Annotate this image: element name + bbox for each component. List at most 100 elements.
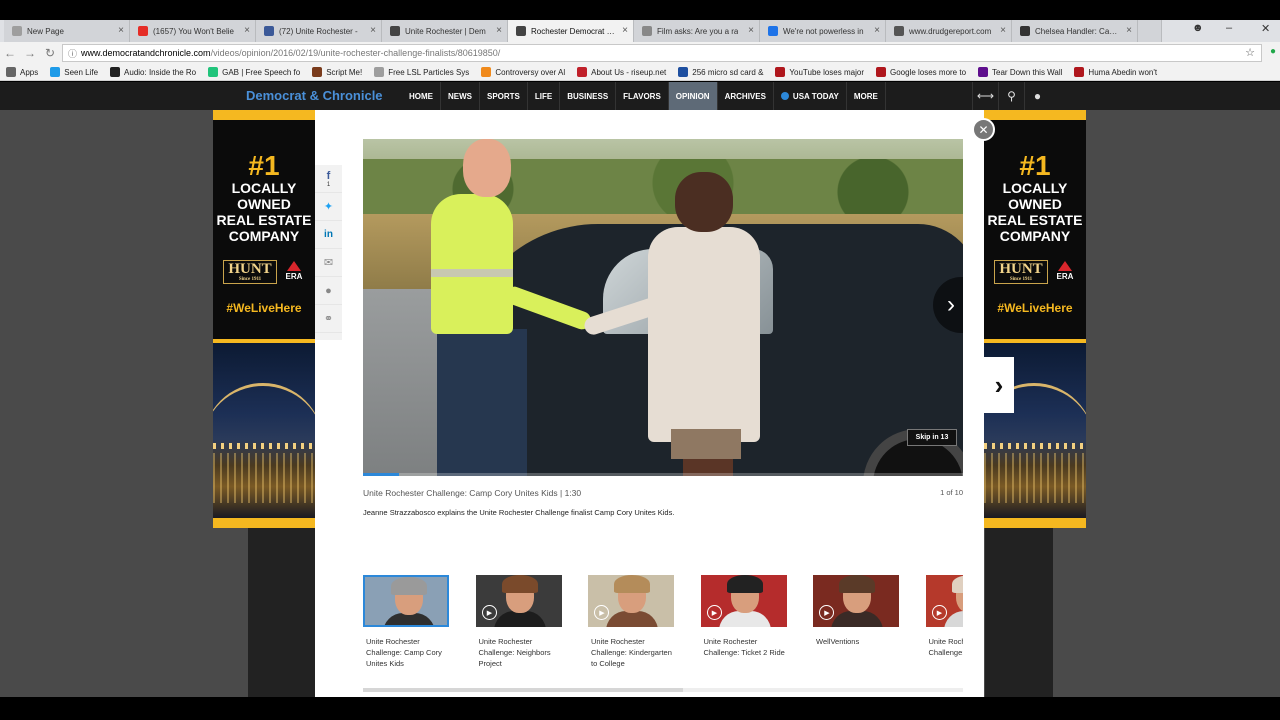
bookmark-item[interactable]: Free LSL Particles Sys: [374, 67, 469, 77]
play-icon[interactable]: ▶: [594, 605, 609, 620]
reload-button[interactable]: ↻: [40, 46, 60, 60]
video-player[interactable]: › Skip in 13: [363, 139, 963, 476]
ad-left[interactable]: #1 LOCALLY OWNED REAL ESTATE COMPANY HUN…: [213, 110, 315, 528]
ad-right[interactable]: #1 LOCALLY OWNED REAL ESTATE COMPANY HUN…: [984, 110, 1086, 528]
info-icon[interactable]: ⓘ: [68, 47, 77, 60]
bookmark-item[interactable]: 256 micro sd card &: [678, 67, 763, 77]
video-progress-bar[interactable]: [363, 473, 963, 476]
site-brand-logo[interactable]: Democrat & Chronicle: [246, 88, 383, 103]
page-column-right: [985, 528, 1053, 697]
forward-button[interactable]: →: [20, 46, 40, 60]
nav-item-business[interactable]: BUSINESS: [560, 82, 617, 110]
url-input[interactable]: ⓘ www.democratandchronicle.com/videos/op…: [62, 44, 1262, 62]
nav-item-usa-today[interactable]: USA TODAY: [774, 82, 847, 110]
playlist-thumbnail[interactable]: ▶: [475, 575, 562, 627]
play-icon[interactable]: ▶: [706, 605, 722, 620]
facebook-share-button[interactable]: f 1: [315, 165, 342, 193]
share-icon[interactable]: ⟷: [972, 82, 998, 110]
tab-close-icon[interactable]: ×: [748, 25, 754, 36]
era-house-icon: [1058, 261, 1072, 271]
profile-icon[interactable]: ☻: [1192, 22, 1204, 34]
playlist-item-caption[interactable]: Unite Rochester Challenge: Healthy Fit: [926, 636, 964, 658]
browser-tab[interactable]: (72) Unite Rochester - ×: [256, 20, 382, 42]
window-close-button[interactable]: ✕: [1261, 22, 1270, 35]
playlist-item[interactable]: ▶ WellVentions: [813, 575, 899, 647]
playlist-thumbnail[interactable]: ▶: [588, 575, 674, 627]
browser-tab[interactable]: New Page ×: [4, 20, 130, 42]
bookmark-star-icon[interactable]: ☆: [1245, 46, 1255, 59]
nav-item-life[interactable]: LIFE: [528, 82, 561, 110]
tab-close-icon[interactable]: ×: [370, 25, 376, 36]
nav-item-news[interactable]: NEWS: [441, 82, 480, 110]
tab-label: Film asks: Are you a ra: [657, 26, 739, 36]
playlist-scrollbar[interactable]: [363, 688, 963, 692]
skip-ad-button[interactable]: Skip in 13: [907, 429, 957, 446]
nav-item-flavors[interactable]: FLAVORS: [616, 82, 669, 110]
tab-close-icon[interactable]: ×: [1126, 25, 1132, 36]
extension-icon[interactable]: ●: [1270, 46, 1276, 57]
playlist-thumbnail[interactable]: [363, 575, 449, 627]
tab-close-icon[interactable]: ×: [874, 25, 880, 36]
bookmark-item[interactable]: Huma Abedin won't: [1074, 67, 1157, 77]
browser-tab[interactable]: Rochester Democrat an ×: [508, 20, 634, 42]
bookmark-item[interactable]: YouTube loses major: [775, 67, 864, 77]
playlist-scroll-thumb[interactable]: [363, 688, 683, 692]
nav-item-opinion[interactable]: OPINION: [668, 82, 718, 110]
user-icon[interactable]: ●: [1024, 82, 1050, 110]
bookmark-item[interactable]: GAB | Free Speech fo: [208, 67, 300, 77]
playlist-item-caption[interactable]: WellVentions: [813, 636, 899, 647]
playlist-item-caption[interactable]: Unite Rochester Challenge: Neighbors Pro…: [476, 636, 562, 669]
browser-tab[interactable]: (1657) You Won't Belie ×: [130, 20, 256, 42]
playlist-item-caption[interactable]: Unite Rochester Challenge: Kindergarten …: [588, 636, 674, 669]
gallery-next-button[interactable]: ›: [984, 357, 1014, 413]
play-icon[interactable]: ▶: [481, 605, 497, 620]
browser-tab[interactable]: Film asks: Are you a ra ×: [634, 20, 760, 42]
email-share-button[interactable]: ✉: [315, 249, 342, 277]
browser-tab[interactable]: www.drudgereport.com ×: [886, 20, 1012, 42]
tab-close-icon[interactable]: ×: [244, 25, 250, 36]
bookmark-item[interactable]: Audio: Inside the Ro: [110, 67, 196, 77]
playlist-item[interactable]: ▶ Unite Rochester Challenge: Kindergarten…: [588, 575, 674, 669]
tab-close-icon[interactable]: ×: [1000, 25, 1006, 36]
bookmark-item[interactable]: Script Me!: [312, 67, 362, 77]
new-tab-button[interactable]: [1138, 20, 1162, 42]
playlist-item[interactable]: Unite Rochester Challenge: Camp Cory Uni…: [363, 575, 449, 669]
browser-tab[interactable]: We're not powerless in ×: [760, 20, 886, 42]
playlist-item-caption[interactable]: Unite Rochester Challenge: Ticket 2 Ride: [701, 636, 787, 658]
tab-close-icon[interactable]: ×: [496, 25, 502, 36]
play-icon[interactable]: ▶: [931, 605, 947, 620]
playlist-thumbnail[interactable]: ▶: [925, 575, 963, 627]
comment-button[interactable]: ●: [315, 277, 342, 305]
browser-tab[interactable]: Chelsea Handler: Can W ×: [1012, 20, 1138, 42]
linkedin-share-button[interactable]: in: [315, 221, 342, 249]
nav-item-sports[interactable]: SPORTS: [480, 82, 528, 110]
search-icon[interactable]: ⚲: [998, 82, 1024, 110]
playlist-item[interactable]: ▶ Unite Rochester Challenge: Neighbors Pr…: [475, 575, 562, 669]
browser-tab[interactable]: Unite Rochester | Dem ×: [382, 20, 508, 42]
bookmark-item[interactable]: About Us - riseup.net: [577, 67, 666, 77]
bookmark-item[interactable]: Seen Life: [50, 67, 98, 77]
bookmark-item[interactable]: Tear Down this Wall: [978, 67, 1062, 77]
playlist-thumbnail[interactable]: ▶: [700, 575, 787, 627]
bookmark-label: Controversy over Al: [495, 67, 566, 77]
tab-close-icon[interactable]: ×: [622, 25, 628, 36]
playlist-thumbnail[interactable]: ▶: [813, 575, 899, 627]
nav-item-archives[interactable]: ARCHIVES: [718, 82, 774, 110]
bookmark-item[interactable]: Controversy over Al: [481, 67, 565, 77]
bookmark-item[interactable]: Google loses more to: [875, 67, 966, 77]
modal-close-button[interactable]: ✕: [972, 118, 995, 141]
playlist-item[interactable]: ▶ Unite Rochester Challenge: Healthy Fit: [925, 575, 964, 658]
minimize-button[interactable]: –: [1226, 22, 1232, 34]
play-icon[interactable]: ▶: [819, 605, 834, 620]
nav-item-home[interactable]: HOME: [402, 82, 441, 110]
twitter-share-button[interactable]: ✦: [315, 193, 342, 221]
bookmark-item[interactable]: Apps: [6, 67, 38, 77]
tab-close-icon[interactable]: ×: [118, 25, 124, 36]
link-button[interactable]: ⚭: [315, 305, 342, 333]
back-button[interactable]: ←: [0, 46, 20, 60]
video-modal: f 1 ✦ in ✉ ● ⚭ › Skip in 13 Unite Roches…: [315, 110, 984, 697]
playlist-item[interactable]: ▶ Unite Rochester Challenge: Ticket 2 Rid…: [700, 575, 787, 658]
playlist-item-caption[interactable]: Unite Rochester Challenge: Camp Cory Uni…: [363, 636, 449, 669]
nav-item-more[interactable]: MORE: [847, 82, 886, 110]
site-header: Democrat & Chronicle HOME NEWS SPORTS LIFE B…: [0, 82, 1280, 110]
